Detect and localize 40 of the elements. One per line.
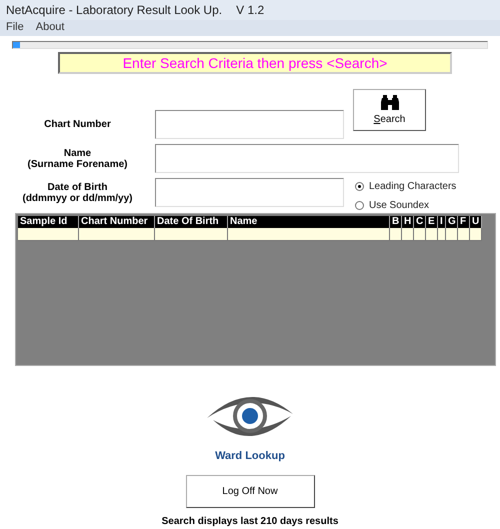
column-header[interactable]: Date Of Birth [155, 216, 228, 228]
radio-button[interactable] [355, 182, 364, 192]
table-cell [390, 228, 402, 242]
binoculars-icon [380, 94, 400, 112]
log-off-button[interactable]: Log Off Now [186, 474, 314, 508]
window-title: NetAcquire - Laboratory Result Look Up. [6, 2, 222, 19]
instruction-banner: Enter Search Criteria then press <Search> [58, 52, 452, 74]
table-cell [470, 228, 482, 242]
column-header[interactable]: Name [228, 216, 390, 228]
column-header[interactable]: E [426, 216, 438, 228]
column-header[interactable]: B [390, 216, 402, 228]
input-field[interactable] [155, 178, 344, 208]
column-header[interactable]: Sample Id [18, 216, 79, 228]
table-cell [414, 228, 426, 242]
field-label: Chart Number [43, 119, 112, 130]
table-cell [426, 228, 438, 242]
field-label: Name (Surname Forename) [26, 148, 129, 170]
column-header[interactable]: G [446, 216, 458, 228]
table-cell [458, 228, 470, 242]
table-cell [18, 228, 79, 242]
column-header[interactable]: H [402, 216, 414, 228]
input-field[interactable] [155, 144, 459, 174]
menu-item[interactable]: File [6, 19, 24, 36]
radio-option[interactable]: Use Soundex [355, 198, 456, 214]
field-label: Date of Birth (ddmmyy or dd/mm/yy) [21, 182, 134, 204]
radio-option[interactable]: Leading Characters [355, 179, 456, 194]
column-header[interactable]: Chart Number [79, 216, 155, 228]
menu-item[interactable]: About [36, 19, 64, 36]
logo-caption: Ward Lookup [215, 449, 285, 464]
table-cell [402, 228, 414, 242]
search-button[interactable]: Search [353, 89, 426, 132]
table-cell [446, 228, 458, 242]
version-label: V 1.2 [236, 2, 264, 19]
footer-note: Search displays last 210 days results [162, 514, 338, 529]
radio-button[interactable] [355, 201, 364, 210]
column-header[interactable]: C [414, 216, 426, 228]
column-header[interactable]: I [438, 216, 446, 228]
input-field[interactable] [155, 110, 344, 140]
column-header[interactable]: U [470, 216, 482, 228]
column-header[interactable]: F [458, 216, 470, 228]
